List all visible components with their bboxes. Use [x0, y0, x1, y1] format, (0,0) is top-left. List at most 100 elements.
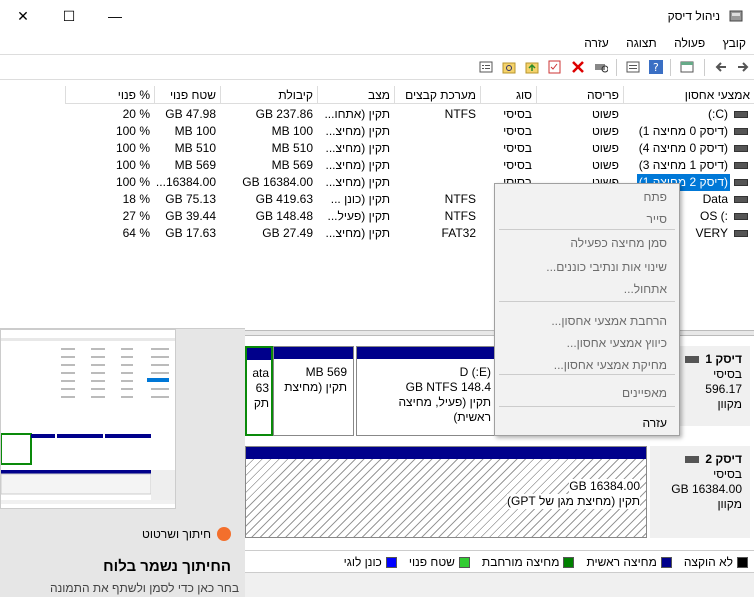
- context-menu-item[interactable]: עזרה: [495, 412, 679, 434]
- legend-swatch: [737, 556, 748, 568]
- volume-icon: [734, 111, 748, 118]
- snip-app-name: חיתוך ושרטוט: [142, 527, 211, 541]
- cell-status: תקין (פעיל...: [327, 209, 390, 223]
- column-header-type[interactable]: סוג: [480, 86, 536, 104]
- table-row[interactable]: (דיסק 0 מחיצה 4) פשוט בסיסי תקין (מחיצ... MB…: [0, 140, 754, 157]
- cell-filesystem: [394, 174, 480, 191]
- menu-separator: [499, 374, 675, 375]
- column-header-capacity[interactable]: קיבולת: [220, 86, 317, 104]
- cell-type: בסיסי: [503, 107, 532, 121]
- cell-pct-free: % 100: [115, 141, 150, 155]
- column-header-volume[interactable]: אמצעי אחסון: [623, 86, 754, 104]
- table-row[interactable]: (דיסק 1 מחיצה 3) פשוט בסיסי תקין (מחיצ... MB…: [0, 157, 754, 174]
- volume-name: (דיסק 0 מחיצה 4): [638, 141, 728, 155]
- volume-icon: [734, 196, 748, 203]
- column-header-free[interactable]: שטח פנוי: [154, 86, 220, 104]
- cell-free: 16384.00...: [155, 175, 216, 189]
- legend-swatch: [660, 556, 672, 568]
- context-menu: פתח סייר סמן מחיצה כפעילה שינוי אות ונתיבי …: [494, 183, 680, 436]
- column-header-layout[interactable]: פריסה: [536, 86, 623, 104]
- cell-filesystem: NTFS: [444, 192, 476, 206]
- partition-label: ata: [252, 366, 269, 380]
- column-header-status[interactable]: מצב: [317, 86, 394, 104]
- cell-status: תקין (מחיצ...: [325, 158, 391, 172]
- cell-pct-free: % 64: [122, 226, 150, 240]
- volume-name: (C:): [707, 107, 728, 121]
- snip-thumbnail[interactable]: [0, 329, 176, 509]
- menu-bar: קובץ פעולה תצוגה עזרה: [0, 32, 754, 54]
- show-hide-pane-icon[interactable]: [678, 58, 696, 76]
- cell-status: תקין (כונן ...: [330, 192, 390, 206]
- disk-management-icon: [729, 10, 743, 22]
- cell-capacity: MB 569: [271, 158, 313, 172]
- cell-filesystem: [394, 157, 480, 174]
- legend-label: מחיצה ראשית: [586, 555, 657, 569]
- context-menu-item[interactable]: סמן מחיצה כפעילה: [495, 232, 679, 254]
- search-folder-icon[interactable]: [500, 58, 518, 76]
- menu-help[interactable]: עזרה: [584, 32, 609, 54]
- snip-title: החיתוך נשמר בלוח: [103, 558, 231, 575]
- context-menu-item[interactable]: מחיקת אמצעי אחסון...: [495, 354, 679, 376]
- partition-size: GB NTFS 148.4: [405, 380, 491, 394]
- forward-icon[interactable]: [734, 58, 752, 76]
- context-menu-item[interactable]: מאפיינים: [495, 382, 679, 404]
- disk2-info[interactable]: דיסק 2 בסיסי GB 16384.00 מקוון: [650, 446, 750, 538]
- cell-pct-free: % 100: [115, 175, 150, 189]
- properties-icon[interactable]: [624, 58, 642, 76]
- partition-size: 63: [255, 381, 269, 395]
- menu-view[interactable]: תצוגה: [626, 32, 657, 54]
- maximize-button[interactable]: ☐: [46, 0, 92, 32]
- cell-filesystem: [394, 140, 480, 157]
- list-view-icon[interactable]: [477, 58, 495, 76]
- context-menu-item[interactable]: כיווץ אמצעי אחסון...: [495, 332, 679, 354]
- rescan-icon[interactable]: [592, 58, 610, 76]
- disk1-partition-os[interactable]: (E:) D GB NTFS 148.4 תקין (פעיל, מחיצה ר…: [356, 346, 498, 436]
- cell-capacity: GB 148.48: [255, 209, 313, 223]
- help-icon[interactable]: ?: [647, 58, 665, 76]
- partition-label: (E:) D: [459, 365, 491, 379]
- volume-icon: [734, 230, 748, 237]
- partition-status: תק: [253, 396, 269, 410]
- legend-label: כונן לוגי: [343, 555, 382, 569]
- disk2-type: בסיסי: [713, 467, 742, 481]
- legend-label: לא הוקצה: [683, 555, 733, 569]
- disk1-partition-data[interactable]: ata 63 תק: [245, 346, 273, 436]
- minimize-button[interactable]: —: [92, 0, 138, 32]
- delete-icon[interactable]: [569, 58, 587, 76]
- table-row[interactable]: (C:) פשוט בסיסי NTFS תקין (אתחו... GB 237.86 G…: [0, 106, 754, 123]
- cell-volume: (C:): [623, 106, 754, 123]
- cell-capacity: GB 16384.00: [242, 175, 313, 189]
- cell-status: תקין (אתחו...: [324, 107, 390, 121]
- context-menu-item[interactable]: פתח: [495, 186, 679, 208]
- context-menu-item[interactable]: הרחבת אמצעי אחסון...: [495, 310, 679, 332]
- column-header-filesystem[interactable]: מערכת קבצים: [394, 86, 480, 104]
- cell-pct-free: % 27: [122, 209, 150, 223]
- context-menu-item[interactable]: אתחול...: [495, 278, 679, 300]
- cell-capacity: GB 27.49: [262, 226, 313, 240]
- column-header-pct-free[interactable]: % פנוי: [65, 86, 154, 104]
- volume-icon: [734, 145, 748, 152]
- menu-file[interactable]: קובץ: [723, 32, 746, 54]
- disk2-partition-1[interactable]: GB 16384.00 תקין (מחיצת מגן של GPT): [245, 446, 647, 538]
- snip-notification[interactable]: חיתוך ושרטוט החיתוך נשמר בלוח בחר כאן כד…: [0, 328, 245, 597]
- menu-action[interactable]: פעולה: [674, 32, 705, 54]
- up-folder-icon[interactable]: [523, 58, 541, 76]
- disk-icon: [685, 456, 700, 463]
- disk2-status: מקוון: [717, 497, 742, 511]
- checklist-icon[interactable]: [546, 58, 564, 76]
- volume-name: (דיסק 0 מחיצה 1): [638, 124, 728, 138]
- context-menu-item[interactable]: שינוי אות ונתיבי כוננים...: [495, 256, 679, 278]
- disk1-partition-3[interactable]: MB 569 תקין (מחיצת: [273, 346, 354, 436]
- context-menu-item[interactable]: סייר: [495, 208, 679, 230]
- partition-status: תקין (פעיל, מחיצה ראשית): [398, 395, 491, 424]
- toolbar: ?: [0, 54, 754, 80]
- title-bar: ✕ ☐ — ניהול דיסק: [0, 0, 754, 32]
- table-row[interactable]: (דיסק 0 מחיצה 1) פשוט בסיסי תקין (מחיצ... MB…: [0, 123, 754, 140]
- cell-filesystem: [394, 123, 480, 140]
- close-button[interactable]: ✕: [0, 0, 46, 32]
- cell-type: בסיסי: [503, 124, 532, 138]
- volume-name: Data: [702, 192, 728, 206]
- volume-name: :) OS: [699, 209, 728, 223]
- back-icon[interactable]: [712, 58, 730, 76]
- legend-swatch: [563, 556, 575, 568]
